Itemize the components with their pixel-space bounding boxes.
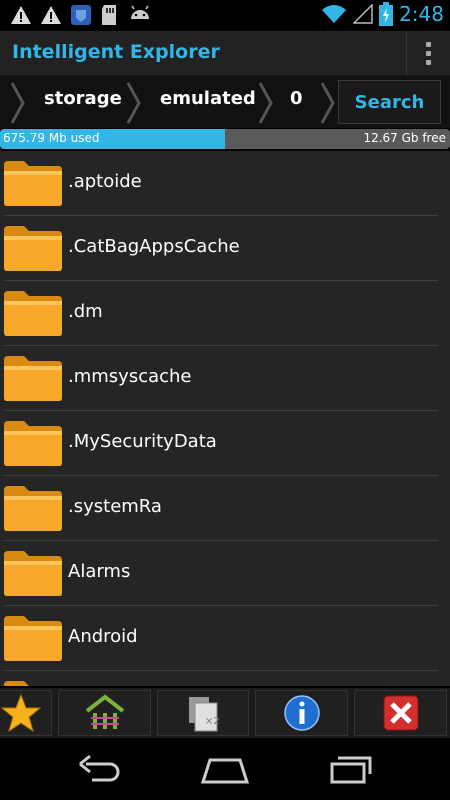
- warning-icon: [11, 6, 31, 24]
- list-item[interactable]: .CatBagAppsCache: [0, 216, 450, 281]
- breadcrumb-item-emulated[interactable]: emulated: [160, 88, 256, 109]
- chevron-right-icon: [258, 82, 273, 124]
- action-bar: Intelligent Explorer: [0, 31, 450, 76]
- sd-card-icon: [102, 5, 116, 25]
- list-item[interactable]: Alarms: [0, 541, 450, 606]
- folder-icon: [4, 161, 62, 206]
- favorites-star-icon: [1, 693, 41, 733]
- list-item[interactable]: Android: [0, 606, 450, 671]
- file-name: Alarms: [68, 561, 131, 582]
- network-button[interactable]: [58, 690, 151, 736]
- signal-icon: [353, 4, 373, 24]
- close-red-icon: [383, 695, 418, 731]
- folder-icon: [4, 551, 62, 596]
- app-icon: [71, 5, 91, 25]
- close-button[interactable]: [354, 690, 447, 736]
- file-list: .aptoide .CatBagAppsCache .dm .mmsyscach…: [0, 151, 450, 686]
- recents-icon[interactable]: [328, 752, 374, 786]
- search-button[interactable]: Search: [338, 80, 441, 124]
- folder-icon: [4, 486, 62, 531]
- home-network-icon: [85, 694, 124, 729]
- file-name: .systemRa: [68, 496, 162, 517]
- home-icon[interactable]: [200, 752, 250, 786]
- list-item[interactable]: .MySecurityData: [0, 411, 450, 476]
- list-item[interactable]: .aptoide: [0, 151, 450, 216]
- storage-usage-bar: 675.79 Mb used 12.67 Gb free: [0, 129, 450, 149]
- file-name: .CatBagAppsCache: [68, 236, 240, 257]
- status-bar: 2:48: [0, 0, 450, 31]
- notification-icons: [10, 4, 152, 26]
- info-icon: [283, 695, 320, 731]
- system-icons: 2:48: [321, 2, 444, 26]
- folder-icon: [4, 356, 62, 401]
- folder-icon: [4, 421, 62, 466]
- list-item[interactable]: [0, 671, 450, 686]
- folder-icon: [4, 226, 62, 271]
- list-item[interactable]: .mmsyscache: [0, 346, 450, 411]
- file-name: .MySecurityData: [68, 431, 217, 452]
- back-icon[interactable]: [78, 752, 122, 786]
- clock: 2:48: [399, 2, 444, 26]
- svg-text:×2: ×2: [205, 716, 220, 727]
- folder-icon: [4, 681, 58, 686]
- info-button[interactable]: [255, 690, 348, 736]
- breadcrumb-item-0[interactable]: 0: [290, 88, 303, 109]
- android-icon: [131, 5, 149, 19]
- file-name: .aptoide: [68, 171, 142, 192]
- bottom-toolbar: ×2: [0, 688, 450, 738]
- folder-icon: [4, 291, 62, 336]
- wifi-icon: [322, 5, 347, 23]
- file-name: .dm: [68, 301, 103, 322]
- storage-used-label: 675.79 Mb used: [3, 131, 100, 145]
- list-item[interactable]: .dm: [0, 281, 450, 346]
- folder-icon: [4, 616, 62, 661]
- battery-charging-icon: [379, 2, 394, 26]
- breadcrumb-item-storage[interactable]: storage: [44, 88, 122, 109]
- navigation-bar: [0, 738, 450, 800]
- app-title: Intelligent Explorer: [12, 41, 220, 63]
- chevron-right-icon: [10, 82, 25, 124]
- copy-x2-icon: ×2: [189, 697, 220, 732]
- file-name: .mmsyscache: [68, 366, 192, 387]
- file-name: Android: [68, 626, 138, 647]
- list-item[interactable]: .systemRa: [0, 476, 450, 541]
- storage-free-label: 12.67 Gb free: [363, 131, 446, 145]
- favorites-button[interactable]: [0, 690, 52, 736]
- copy-button[interactable]: ×2: [157, 690, 249, 736]
- breadcrumb: storage emulated 0 Search: [0, 76, 450, 128]
- chevron-right-icon: [320, 82, 335, 124]
- chevron-right-icon: [126, 82, 141, 124]
- warning-icon: [41, 6, 61, 24]
- overflow-menu-icon[interactable]: [406, 31, 450, 76]
